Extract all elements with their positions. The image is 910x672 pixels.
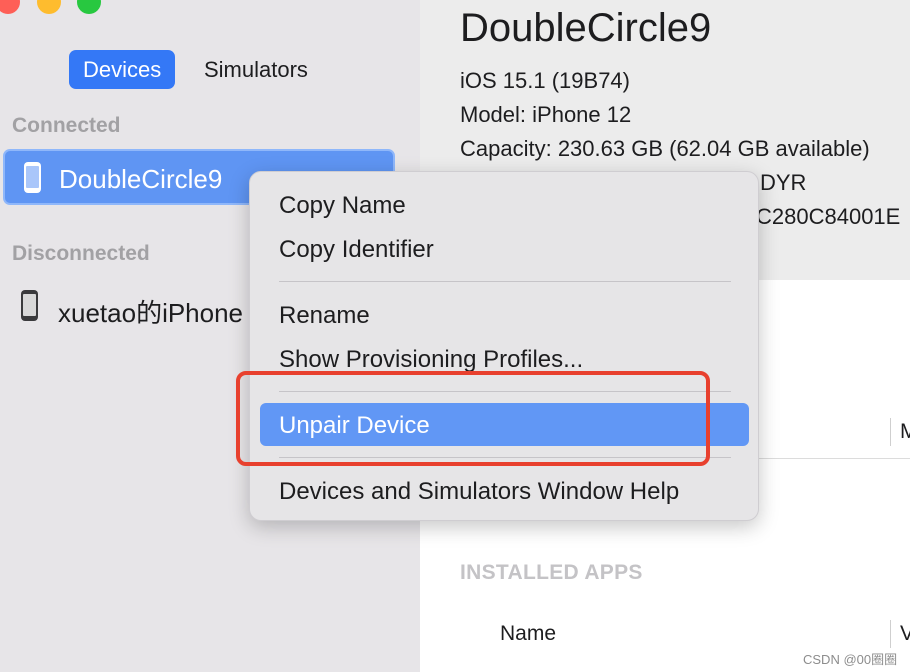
menu-item-copy-identifier[interactable]: Copy Identifier: [279, 236, 434, 264]
menu-item-rename[interactable]: Rename: [279, 302, 370, 330]
device-item-label: xuetao的iPhone: [58, 298, 244, 328]
column-separator: [890, 418, 891, 446]
device-serial: DYR: [760, 170, 807, 195]
minimize-window-button[interactable]: [37, 0, 61, 14]
menu-item-show-provisioning-profiles[interactable]: Show Provisioning Profiles...: [279, 346, 583, 374]
device-item-label: DoubleCircle9: [59, 164, 223, 194]
device-model: Model: iPhone 12: [460, 102, 632, 127]
watermark: CSDN @00圈圈: [803, 652, 898, 667]
menu-separator: [279, 281, 731, 282]
disconnected-section-title: Disconnected: [12, 242, 150, 265]
tab-devices[interactable]: Devices: [69, 50, 176, 89]
zoom-window-button[interactable]: [77, 0, 101, 14]
column-separator: [890, 620, 891, 648]
table-divider: [750, 458, 910, 459]
tab-simulators[interactable]: Simulators: [190, 50, 322, 89]
close-window-button[interactable]: [0, 0, 20, 14]
device-identifier: C280C84001E: [756, 204, 901, 229]
menu-item-window-help[interactable]: Devices and Simulators Window Help: [279, 478, 679, 506]
column-header-name[interactable]: Name: [500, 622, 556, 646]
device-capacity: Capacity: 230.63 GB (62.04 GB available): [460, 136, 870, 161]
ios-version: iOS 15.1 (19B74): [460, 68, 630, 93]
connected-section-title: Connected: [12, 114, 121, 137]
device-name-title: DoubleCircle9: [460, 6, 712, 50]
iphone-icon: [24, 162, 41, 193]
annotation-highlight-box: [236, 371, 710, 466]
column-header-version[interactable]: V: [900, 622, 910, 646]
installed-apps-title: INSTALLED APPS: [460, 561, 643, 584]
context-menu: Copy Name Copy Identifier Rename Show Pr…: [249, 171, 759, 521]
iphone-icon: [21, 290, 38, 321]
menu-item-copy-name[interactable]: Copy Name: [279, 192, 406, 220]
column-header-partial[interactable]: M: [900, 420, 910, 444]
